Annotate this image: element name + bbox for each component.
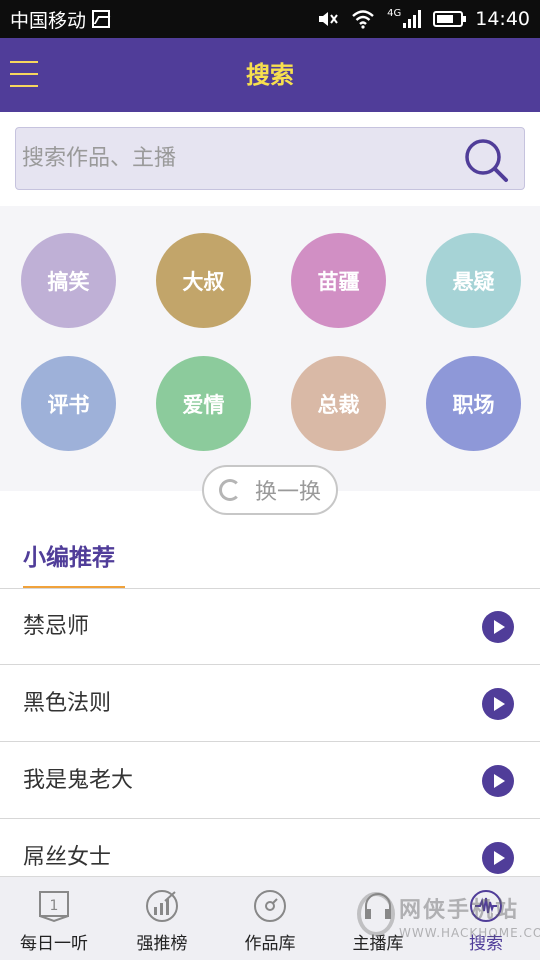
nav-hosts[interactable]: 主播库	[324, 877, 432, 960]
list-item[interactable]: 禁忌师	[0, 589, 540, 665]
play-icon[interactable]	[482, 765, 514, 797]
nav-label: 作品库	[244, 934, 296, 954]
carrier-label: 中国移动	[10, 9, 87, 32]
item-title: 我是鬼老大	[23, 768, 134, 793]
item-title: 黑色法则	[23, 691, 112, 716]
play-icon[interactable]	[482, 842, 514, 874]
headphones-icon	[365, 893, 391, 919]
refresh-icon	[218, 479, 241, 501]
search-bar	[0, 112, 540, 206]
waveform-icon	[470, 890, 502, 922]
list-item[interactable]: 我是鬼老大	[0, 743, 540, 819]
tag-button[interactable]: 爱情	[156, 356, 251, 451]
status-bar: 中国移动 4G 14:40	[0, 0, 540, 38]
play-icon[interactable]	[482, 611, 514, 643]
nav-library[interactable]: 作品库	[216, 877, 324, 960]
nav-ranking[interactable]: 强推榜	[108, 877, 216, 960]
play-icon[interactable]	[482, 688, 514, 720]
gallery-notification-icon	[92, 10, 111, 28]
svg-text:1: 1	[50, 898, 59, 914]
network-type: 4G	[387, 7, 402, 19]
section-title: 小编推荐	[23, 545, 115, 571]
clock: 14:40	[475, 8, 530, 30]
tag-button[interactable]: 苗疆	[291, 233, 386, 328]
battery-icon	[433, 11, 467, 27]
refresh-label: 换一换	[254, 480, 321, 505]
tag-button[interactable]: 总裁	[291, 356, 386, 451]
nav-daily[interactable]: 1 每日一听	[0, 877, 108, 960]
nav-label: 每日一听	[20, 934, 88, 954]
chart-icon	[146, 890, 178, 922]
tag-button[interactable]: 评书	[21, 356, 116, 451]
tag-button[interactable]: 悬疑	[426, 233, 521, 328]
search-box	[15, 127, 525, 190]
wifi-icon	[352, 10, 374, 29]
mute-icon	[319, 12, 338, 26]
search-input[interactable]	[22, 128, 452, 189]
item-title: 禁忌师	[23, 614, 90, 639]
nav-search[interactable]: 搜索	[432, 877, 540, 960]
nav-label: 强推榜	[136, 934, 188, 954]
disc-icon	[254, 890, 286, 922]
signal-icon	[403, 10, 422, 28]
nav-label: 搜索	[469, 934, 503, 954]
tag-button[interactable]: 大叔	[156, 233, 251, 328]
book-icon: 1	[39, 891, 69, 923]
category-tags: 搞笑 大叔 苗疆 悬疑 评书 爱情 总裁 职场	[0, 206, 540, 491]
list-item[interactable]: 黑色法则	[0, 666, 540, 742]
header: 搜索	[0, 38, 540, 112]
search-icon[interactable]	[463, 137, 509, 183]
bottom-nav: 1 每日一听 强推榜 作品库 主播库 搜索	[0, 876, 540, 960]
page-title: 搜索	[246, 61, 294, 89]
refresh-button[interactable]: 换一换	[202, 465, 338, 515]
tag-button[interactable]: 搞笑	[21, 233, 116, 328]
nav-label: 主播库	[352, 934, 404, 954]
tag-button[interactable]: 职场	[426, 356, 521, 451]
